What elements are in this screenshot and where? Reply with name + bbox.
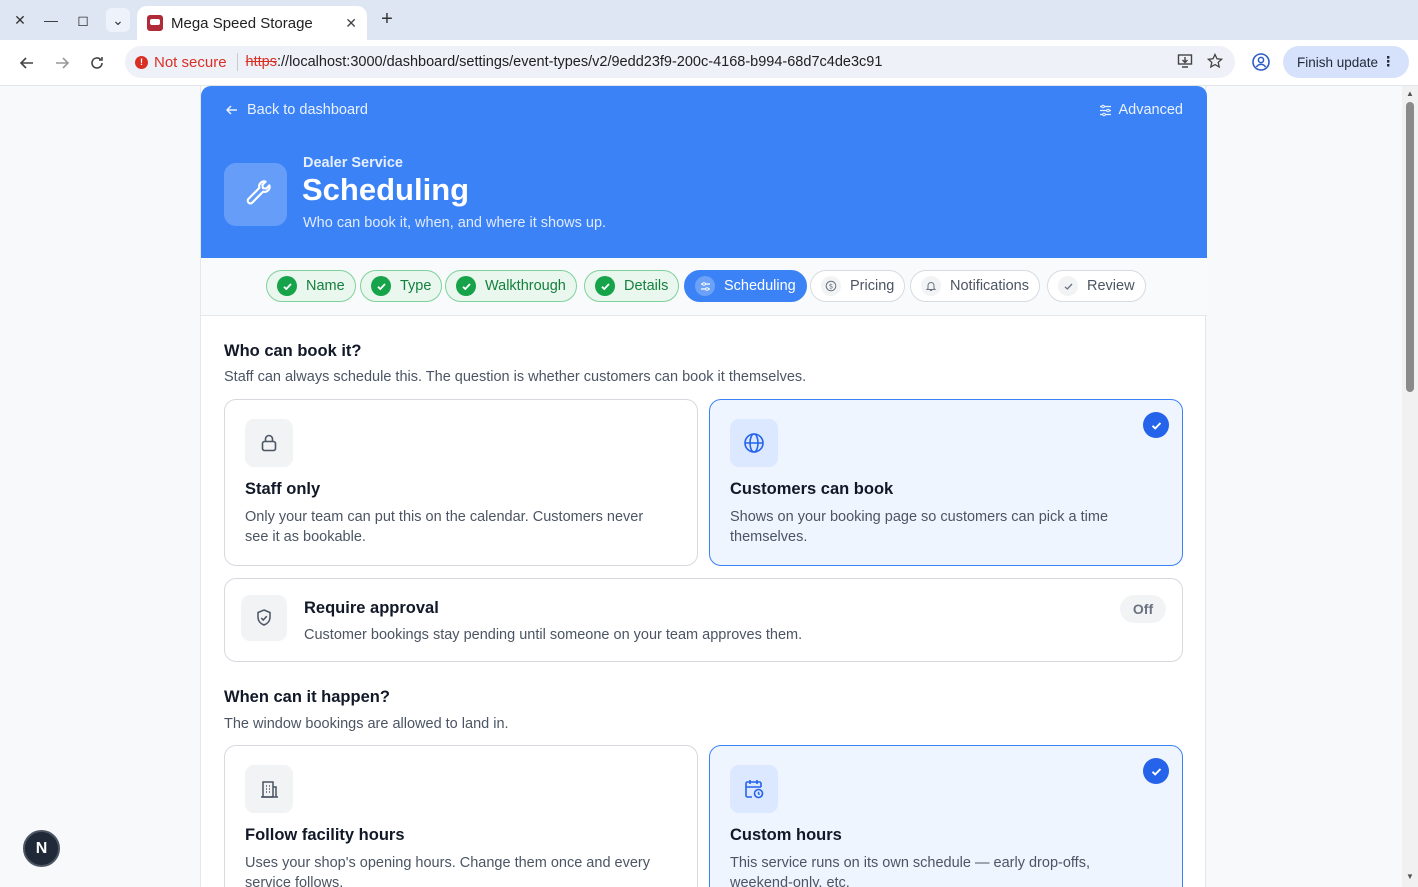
- step-label: Walkthrough: [485, 278, 566, 294]
- nextjs-dev-badge[interactable]: N: [23, 830, 60, 867]
- scroll-down-icon[interactable]: ▼: [1405, 872, 1415, 882]
- approval-description: Customer bookings stay pending until som…: [304, 627, 803, 643]
- back-to-dashboard-label: Back to dashboard: [247, 102, 368, 118]
- not-secure-label[interactable]: Not secure: [154, 54, 227, 71]
- step-label: Details: [624, 278, 669, 294]
- lock-icon: [245, 419, 293, 467]
- url-text: ://localhost:3000/dashboard/settings/eve…: [276, 54, 883, 70]
- divider: [236, 53, 238, 71]
- advanced-button[interactable]: Advanced: [1099, 102, 1184, 118]
- site-favicon-icon: [147, 15, 163, 31]
- dollar-icon: $: [821, 276, 841, 296]
- tab-title: Mega Speed Storage: [171, 14, 313, 32]
- arrow-left-icon: [225, 105, 237, 115]
- sliders-icon: [695, 276, 715, 296]
- bookmark-star-icon[interactable]: [1206, 52, 1224, 73]
- option-title: Follow facility hours: [245, 826, 405, 844]
- not-secure-icon: !: [135, 55, 148, 69]
- scroll-thumb[interactable]: [1406, 102, 1414, 392]
- browser-tabbar: ✕ — ◻ ⌄ Mega Speed Storage ✕ +: [0, 0, 1418, 40]
- check-icon: [371, 276, 391, 296]
- step-pricing[interactable]: $ Pricing: [810, 270, 906, 302]
- check-icon: [456, 276, 476, 296]
- shield-check-icon: [241, 595, 287, 641]
- who-section-subtitle: Staff can always schedule this. The ques…: [224, 369, 807, 385]
- check-icon: [595, 276, 615, 296]
- advanced-label: Advanced: [1118, 102, 1184, 118]
- maximize-window-icon[interactable]: ◻: [71, 8, 95, 32]
- finish-update-label: Finish update: [1297, 54, 1379, 70]
- option-follow-facility-hours[interactable]: Follow facility hours Uses your shop's o…: [224, 745, 698, 887]
- option-description: Only your team can put this on the calen…: [245, 509, 644, 545]
- option-description: Uses your shop's opening hours. Change t…: [245, 855, 650, 887]
- reload-icon[interactable]: [85, 51, 109, 75]
- forward-arrow-icon[interactable]: [50, 51, 74, 75]
- step-notifications[interactable]: Notifications: [910, 270, 1040, 302]
- option-title: Custom hours: [730, 826, 842, 844]
- when-section-title: When can it happen?: [224, 688, 390, 706]
- close-window-icon[interactable]: ✕: [8, 8, 32, 32]
- page-scrollbar[interactable]: ▲ ▼: [1402, 86, 1418, 887]
- wrench-icon: [224, 163, 287, 226]
- step-name[interactable]: Name: [266, 270, 356, 302]
- globe-icon: [730, 419, 778, 467]
- bell-icon: [921, 276, 941, 296]
- check-icon: [277, 276, 297, 296]
- service-name: Dealer Service: [303, 155, 403, 171]
- step-label: Type: [400, 278, 432, 294]
- when-section-subtitle: The window bookings are allowed to land …: [224, 716, 509, 732]
- browser-tab[interactable]: Mega Speed Storage ✕: [137, 6, 367, 40]
- svg-text:$: $: [829, 283, 833, 291]
- install-app-icon[interactable]: [1177, 53, 1193, 73]
- step-label: Pricing: [850, 278, 895, 294]
- step-scheduling[interactable]: Scheduling: [684, 270, 807, 302]
- option-customers-can-book[interactable]: Customers can book Shows on your booking…: [709, 399, 1183, 566]
- option-description: Shows on your booking page so customers …: [730, 509, 1109, 545]
- address-bar[interactable]: ! Not secure https://localhost:3000/dash…: [125, 46, 1235, 78]
- selected-check-icon: [1143, 758, 1169, 784]
- back-to-dashboard-link[interactable]: Back to dashboard: [225, 102, 368, 118]
- option-title: Customers can book: [730, 480, 894, 498]
- tab-close-icon[interactable]: ✕: [345, 15, 357, 32]
- url-scheme: https: [245, 54, 277, 70]
- approval-title: Require approval: [304, 599, 439, 617]
- step-walkthrough[interactable]: Walkthrough: [445, 270, 577, 302]
- page-title: Scheduling: [302, 172, 470, 207]
- require-approval-row[interactable]: Require approval Customer bookings stay …: [224, 578, 1183, 662]
- new-tab-icon[interactable]: +: [376, 8, 398, 30]
- step-label: Name: [306, 278, 345, 294]
- profile-icon[interactable]: [1250, 51, 1272, 73]
- option-custom-hours[interactable]: Custom hours This service runs on its ow…: [709, 745, 1183, 887]
- step-type[interactable]: Type: [360, 270, 443, 302]
- step-label: Scheduling: [724, 278, 796, 294]
- page-subtitle: Who can book it, when, and where it show…: [303, 215, 607, 231]
- tab-search-chevron-icon[interactable]: ⌄: [106, 8, 130, 32]
- selected-check-icon: [1143, 412, 1169, 438]
- building-icon: [245, 765, 293, 813]
- option-staff-only[interactable]: Staff only Only your team can put this o…: [224, 399, 698, 566]
- more-vertical-icon: ⋮: [1381, 54, 1396, 69]
- wizard-stepper: Name Type Walkthrough Details Scheduling…: [201, 258, 1207, 316]
- wizard-card: Back to dashboard Advanced Dealer Servic…: [200, 86, 1207, 887]
- step-label: Notifications: [950, 278, 1029, 294]
- step-details[interactable]: Details: [584, 270, 680, 302]
- option-description: This service runs on its own schedule — …: [730, 855, 1090, 887]
- option-title: Staff only: [245, 480, 321, 498]
- calendar-clock-icon: [730, 765, 778, 813]
- browser-toolbar: ! Not secure https://localhost:3000/dash…: [0, 40, 1418, 86]
- who-section-title: Who can book it?: [224, 342, 362, 360]
- page-header: Back to dashboard Advanced Dealer Servic…: [201, 86, 1207, 258]
- sliders-icon: [1099, 104, 1111, 116]
- check-icon: [1058, 276, 1078, 296]
- back-arrow-icon[interactable]: [15, 51, 39, 75]
- minimize-window-icon[interactable]: —: [39, 8, 63, 32]
- finish-update-button[interactable]: Finish update ⋮: [1283, 46, 1409, 78]
- approval-toggle[interactable]: Off: [1120, 595, 1166, 623]
- step-review[interactable]: Review: [1047, 270, 1146, 302]
- page-viewport: Back to dashboard Advanced Dealer Servic…: [0, 86, 1402, 887]
- step-label: Review: [1087, 278, 1135, 294]
- scroll-up-icon[interactable]: ▲: [1405, 89, 1415, 99]
